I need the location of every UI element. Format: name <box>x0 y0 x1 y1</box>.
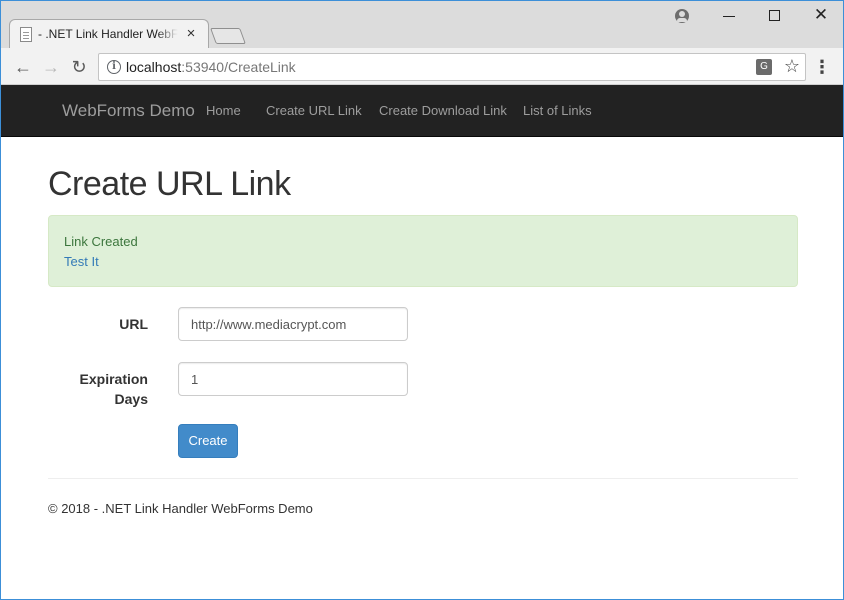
browser-window: - .NET Link Handler WebForms Demo × ✕ ← … <box>0 0 844 600</box>
tab-close-icon[interactable]: × <box>183 25 199 43</box>
nav-link-list-of-links[interactable]: List of Links <box>523 103 592 118</box>
window-close-icon[interactable]: ✕ <box>811 5 831 25</box>
url-input[interactable] <box>178 307 408 341</box>
page-favicon-icon <box>20 27 32 42</box>
url-path: :53940/CreateLink <box>181 59 296 75</box>
browser-menu-icon[interactable]: ⋮ <box>813 56 831 78</box>
tab-strip: - .NET Link Handler WebForms Demo × ✕ <box>1 1 843 48</box>
site-info-icon[interactable]: i <box>107 60 121 74</box>
footer-text: © 2018 - .NET Link Handler WebForms Demo <box>48 501 313 516</box>
profile-icon[interactable] <box>675 9 689 23</box>
url-label: URL <box>119 316 148 332</box>
address-bar[interactable]: i localhost:53940/CreateLink G ☆ <box>98 53 806 81</box>
navbar-brand[interactable]: WebForms Demo <box>62 101 195 121</box>
page-viewport: WebForms Demo Home Create URL Link Creat… <box>1 85 843 599</box>
url-host: localhost <box>126 59 182 75</box>
nav-link-create-download-link[interactable]: Create Download Link <box>379 103 507 118</box>
create-button[interactable]: Create <box>178 424 238 458</box>
nav-link-home[interactable]: Home <box>206 103 241 118</box>
new-tab-button[interactable] <box>210 28 246 44</box>
expiration-days-input[interactable] <box>178 362 408 396</box>
minimize-icon[interactable] <box>723 16 735 17</box>
nav-link-create-url-link[interactable]: Create URL Link <box>266 103 362 118</box>
expiration-label-line1: Expiration <box>79 371 148 387</box>
back-icon[interactable]: ← <box>12 56 34 78</box>
success-alert: Link Created Test It <box>48 215 798 287</box>
test-it-link[interactable]: Test It <box>64 254 99 269</box>
bookmark-star-icon[interactable]: ☆ <box>782 55 802 77</box>
footer-divider <box>48 478 798 479</box>
site-navbar: WebForms Demo Home Create URL Link Creat… <box>1 85 843 137</box>
browser-toolbar: ← → ↻ i localhost:53940/CreateLink G ☆ ⋮ <box>1 48 843 85</box>
url-text[interactable]: localhost:53940/CreateLink <box>126 59 296 75</box>
reload-icon[interactable]: ↻ <box>68 56 90 78</box>
page-title: Create URL Link <box>48 165 291 203</box>
expiration-label-line2: Days <box>114 391 148 407</box>
translate-icon[interactable]: G <box>756 59 772 75</box>
alert-message: Link Created <box>64 234 138 249</box>
maximize-icon[interactable] <box>769 10 780 21</box>
forward-icon[interactable]: → <box>40 56 62 78</box>
tab-title[interactable]: - .NET Link Handler WebForms Demo <box>38 27 178 43</box>
